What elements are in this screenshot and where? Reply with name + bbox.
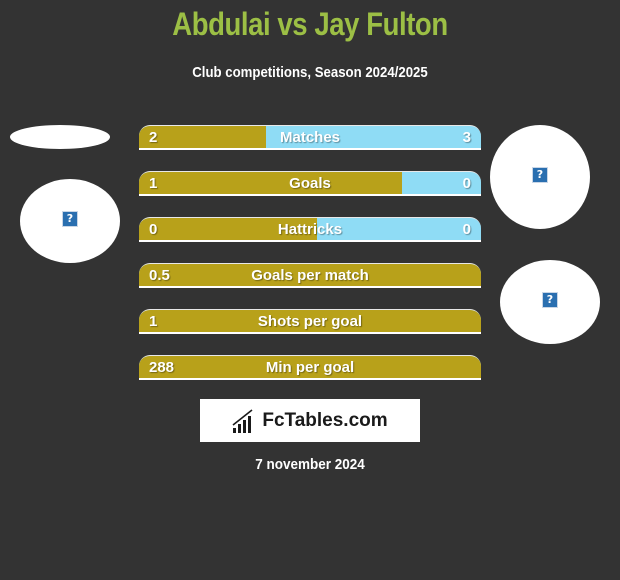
- page-subtitle: Club competitions, Season 2024/2025: [192, 64, 428, 81]
- stat-bar-goals: Goals 1 0: [139, 171, 481, 196]
- broken-image-icon: ?: [542, 292, 558, 308]
- stat-bar-shots-per-goal: Shots per goal 1: [139, 309, 481, 334]
- right-team-badge: ?: [500, 260, 600, 344]
- broken-image-icon: ?: [532, 167, 548, 183]
- match-date: 7 november 2024: [255, 456, 365, 473]
- left-value: 1: [149, 175, 158, 192]
- page-title: Abdulai vs Jay Fulton: [172, 6, 448, 42]
- left-team-badge: [10, 125, 110, 149]
- stat-label: Goals: [289, 175, 331, 192]
- stat-label: Matches: [279, 129, 341, 146]
- left-value: 1: [149, 313, 158, 330]
- stat-bar-min-per-goal: Min per goal 288: [139, 355, 481, 380]
- stat-label: Shots per goal: [257, 313, 363, 330]
- bar-chart-icon: [232, 408, 253, 433]
- left-value: 2: [149, 129, 158, 146]
- right-value: 3: [462, 129, 471, 146]
- left-value: 288: [149, 359, 175, 376]
- broken-image-icon: ?: [62, 211, 78, 227]
- stat-bar-goals-per-match: Goals per match 0.5: [139, 263, 481, 288]
- logo-text: FcTables.com: [262, 409, 388, 431]
- stat-label: Min per goal: [265, 359, 355, 376]
- left-value: 0: [149, 221, 158, 238]
- right-value: 0: [462, 221, 471, 238]
- fctables-logo[interactable]: FcTables.com: [200, 399, 420, 442]
- stat-label: Goals per match: [251, 267, 369, 284]
- left-player-photo: ?: [20, 179, 120, 263]
- stat-bar-matches: Matches 2 3: [139, 125, 481, 150]
- stat-label: Hattricks: [277, 221, 343, 238]
- right-value: 0: [462, 175, 471, 192]
- right-player-photo: ?: [490, 125, 590, 229]
- left-value: 0.5: [149, 267, 170, 284]
- stat-bar-hattricks: Hattricks 0 0: [139, 217, 481, 242]
